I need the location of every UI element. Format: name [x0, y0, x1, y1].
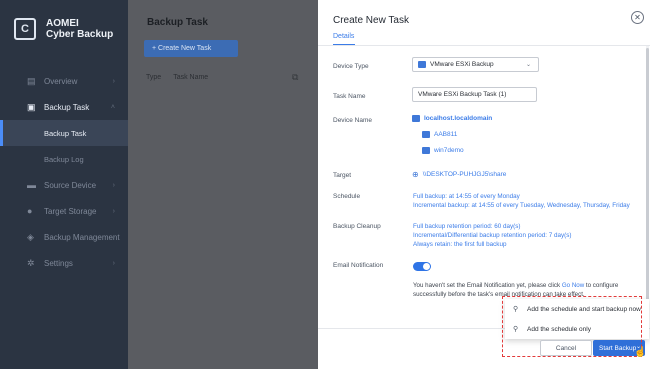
device-item[interactable]: AAB811 — [422, 131, 457, 138]
sidebar-subitem-backup-log[interactable]: Backup Log — [0, 146, 128, 172]
host-icon — [412, 115, 420, 122]
app-window: C AOMEI Cyber Backup ▤ Overview › ▣ Back… — [0, 0, 650, 369]
table-header: Type Task Name — [128, 68, 318, 86]
device-type-select[interactable]: VMware ESXi Backup ⌄ — [412, 57, 539, 72]
sidebar-nav: ▤ Overview › ▣ Backup Task ˄ Backup Task… — [0, 68, 128, 276]
app-name-line1: AOMEI — [46, 18, 79, 29]
gear-icon: ✲ — [27, 257, 35, 268]
go-now-link[interactable]: Go Now — [562, 282, 584, 289]
chevron-right-icon: › — [112, 181, 115, 189]
column-task-name: Task Name — [173, 73, 209, 81]
divider — [318, 45, 650, 46]
monitor-icon: ▬ — [27, 179, 36, 190]
logo: C AOMEI Cyber Backup — [14, 18, 113, 40]
target-value[interactable]: ⊕ \\DESKTOP-PUHJGJ5\share — [412, 170, 506, 179]
cancel-button[interactable]: Cancel — [540, 340, 592, 356]
chevron-right-icon: › — [112, 77, 115, 85]
email-notification-label: Email Notification — [333, 262, 384, 269]
schedule-value[interactable]: Full backup: at 14:55 of every Monday In… — [413, 192, 630, 210]
dialog-title: Create New Task — [333, 15, 409, 26]
schedule-label: Schedule — [333, 193, 361, 200]
chevron-down-icon: ⌄ — [525, 62, 531, 68]
device-item[interactable]: win7demo — [422, 147, 464, 154]
device-host[interactable]: localhost.localdomain — [412, 115, 492, 122]
task-name-label: Task Name — [333, 93, 366, 100]
menu-item-add-schedule-start-now[interactable]: ⚲ Add the schedule and start backup now — [505, 299, 649, 319]
sidebar: C AOMEI Cyber Backup ▤ Overview › ▣ Back… — [0, 0, 128, 369]
sidebar-item-target-storage[interactable]: ● Target Storage › — [0, 198, 128, 224]
start-backup-dropdown-menu: ⚲ Add the schedule and start backup now … — [505, 299, 649, 339]
chevron-up-icon: ˄ — [110, 103, 115, 111]
sidebar-item-backup-task[interactable]: ▣ Backup Task ˄ — [0, 94, 128, 120]
copy-icon[interactable]: ⧉ — [292, 72, 298, 83]
vm-icon — [422, 131, 430, 138]
email-notification-note: You haven't set the Email Notification y… — [413, 282, 619, 298]
backup-task-page-overlay: Backup Task + Create New Task Type Task … — [128, 0, 318, 369]
email-notification-toggle[interactable] — [413, 262, 431, 271]
user-icon: ⚲ — [513, 326, 519, 333]
device-name-label: Device Name — [333, 117, 373, 124]
target-label: Target — [333, 172, 352, 179]
chevron-right-icon: › — [112, 259, 115, 267]
vm-icon — [422, 147, 430, 154]
menu-item-add-schedule-only[interactable]: ⚲ Add the schedule only — [505, 319, 649, 339]
page-title: Backup Task — [147, 17, 208, 28]
column-type: Type — [146, 73, 162, 81]
sidebar-item-source-device[interactable]: ▬ Source Device › — [0, 172, 128, 198]
logo-icon: C — [14, 18, 36, 40]
user-icon: ⚲ — [513, 306, 519, 313]
overview-icon: ▤ — [27, 75, 36, 86]
location-pin-icon: ● — [27, 205, 33, 216]
chevron-right-icon: › — [112, 233, 115, 241]
network-share-icon: ⊕ — [412, 170, 419, 179]
close-icon[interactable]: ✕ — [631, 11, 644, 24]
sidebar-item-backup-management[interactable]: ◈ Backup Management › — [0, 224, 128, 250]
sidebar-item-settings[interactable]: ✲ Settings › — [0, 250, 128, 276]
sidebar-item-overview[interactable]: ▤ Overview › — [0, 68, 128, 94]
create-new-task-button[interactable]: + Create New Task — [144, 40, 238, 57]
tab-details[interactable]: Details — [333, 33, 354, 40]
device-type-label: Device Type — [333, 63, 369, 70]
task-name-input[interactable]: VMware ESXi Backup Task (1) — [412, 87, 537, 102]
stack-icon: ◈ — [27, 231, 34, 242]
backup-cleanup-value[interactable]: Full backup retention period: 60 day(s) … — [413, 222, 571, 249]
pointer-cursor-icon: ☝ — [634, 347, 647, 358]
chevron-right-icon: › — [112, 207, 115, 215]
sidebar-subitem-backup-task[interactable]: Backup Task — [0, 120, 128, 146]
backup-cleanup-label: Backup Cleanup — [333, 223, 381, 230]
vmware-icon — [418, 61, 426, 68]
app-name-line2: Cyber Backup — [46, 29, 114, 40]
scrollbar-thumb[interactable] — [646, 48, 649, 328]
backup-task-icon: ▣ — [27, 101, 36, 112]
create-task-dialog: Create New Task ✕ Details Device Type VM… — [318, 0, 650, 369]
